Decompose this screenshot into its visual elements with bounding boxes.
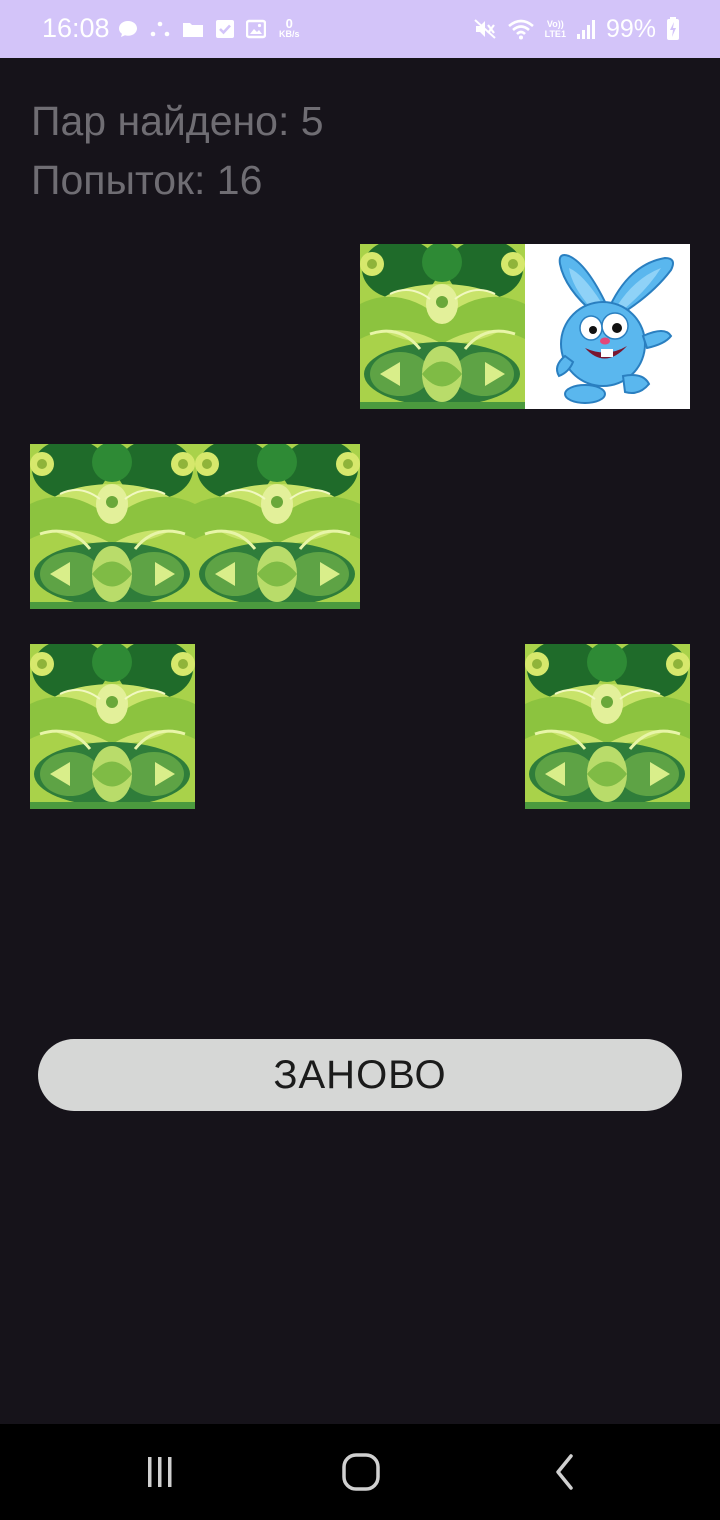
card-back-pattern	[525, 644, 690, 809]
recents-button[interactable]	[136, 1448, 184, 1496]
volte-indicator: Vo)) LTE1	[545, 19, 566, 39]
card-face-up[interactable]	[525, 244, 690, 409]
recents-icon	[148, 1457, 172, 1487]
folder-icon	[182, 19, 204, 39]
dots-icon	[149, 19, 171, 39]
attempts-counter: Попыток: 16	[31, 157, 263, 203]
battery-icon	[666, 17, 680, 41]
chat-bubble-icon	[118, 19, 138, 39]
pairs-found-counter: Пар найдено: 5	[31, 98, 324, 144]
card-back-pattern	[360, 244, 525, 409]
volte-line2: LTE1	[544, 29, 566, 39]
battery-percent: 99%	[605, 15, 656, 43]
rabbit-icon	[525, 244, 690, 409]
back-icon	[556, 1454, 573, 1490]
card-back-pattern	[30, 644, 195, 809]
check-box-icon	[215, 19, 235, 39]
image-icon	[246, 19, 266, 39]
status-bar: 16:08 0 KB/s Vo)) LTE1 99%	[0, 0, 720, 58]
card-back-pattern	[195, 444, 360, 609]
card-back[interactable]	[30, 644, 195, 809]
home-icon	[342, 1453, 380, 1491]
status-left-icons: 0 KB/s	[118, 15, 300, 43]
card-back[interactable]	[30, 444, 195, 609]
status-right-icons: Vo)) LTE1 99%	[473, 15, 680, 43]
home-button[interactable]	[337, 1448, 385, 1496]
wifi-icon	[507, 17, 535, 41]
net-speed-unit: KB/s	[279, 29, 300, 39]
navigation-bar	[0, 1424, 720, 1520]
volte-line1: Vo))	[546, 19, 564, 29]
net-speed-value: 0	[285, 16, 293, 31]
restart-button[interactable]: ЗАНОВО	[38, 1039, 682, 1111]
mute-icon	[473, 17, 497, 41]
status-time: 16:08	[42, 13, 110, 43]
signal-icon	[576, 18, 596, 40]
card-back-pattern	[30, 444, 195, 609]
card-back[interactable]	[525, 644, 690, 809]
card-back[interactable]	[195, 444, 360, 609]
card-back[interactable]	[360, 244, 525, 409]
net-speed: 0 KB/s	[279, 16, 300, 39]
back-button[interactable]	[540, 1448, 588, 1496]
